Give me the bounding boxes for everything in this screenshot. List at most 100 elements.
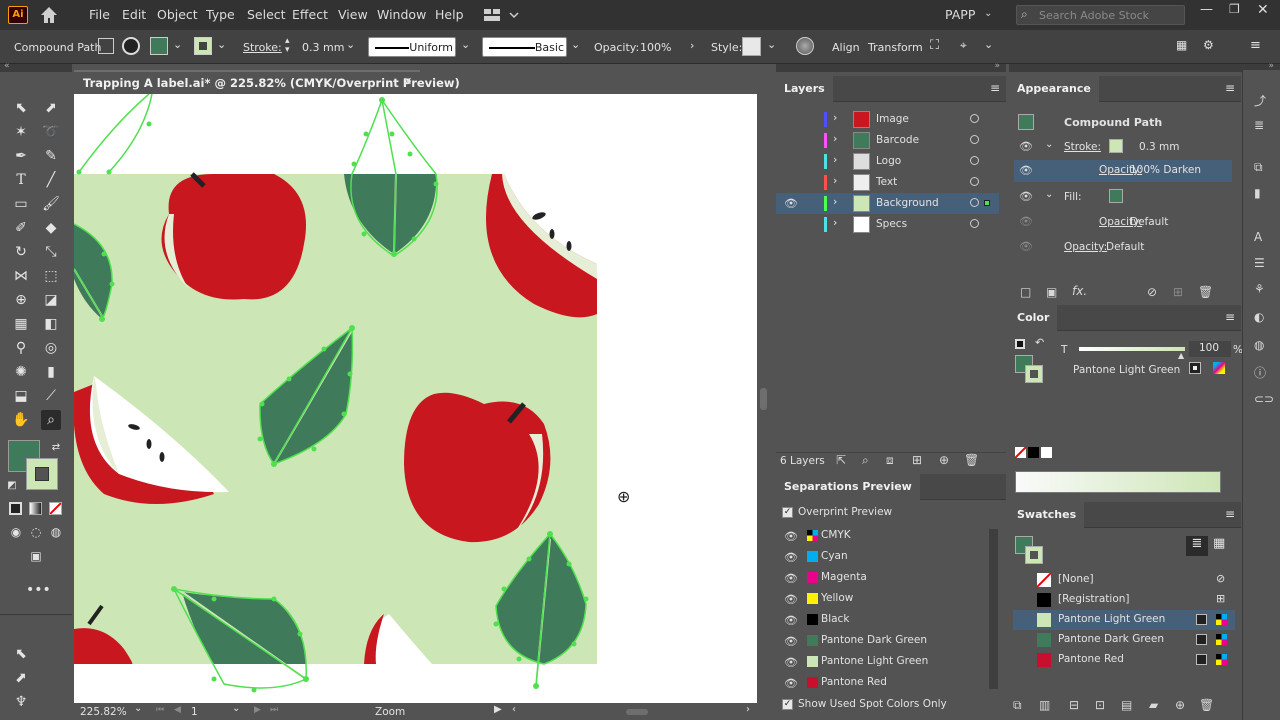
free-transform-tool-icon[interactable]: ⬚ <box>41 266 61 286</box>
add-stroke-icon[interactable]: □ <box>1020 285 1031 299</box>
new-swatch-icon[interactable]: ⊕ <box>1175 698 1185 712</box>
stroke-weight-field[interactable]: 0.3 mm <box>302 41 344 54</box>
layer-name[interactable]: Barcode <box>876 134 919 146</box>
scroll-right-icon[interactable]: › <box>746 704 750 715</box>
close-window-icon[interactable]: ✕ <box>1257 2 1269 18</box>
separation-row-pantone-red[interactable]: 👁 Pantone Red <box>776 673 986 694</box>
scroll-left-icon[interactable]: ‹ <box>512 704 516 715</box>
panel-menu-icon[interactable]: ≡ <box>1225 81 1235 95</box>
chevron-down-icon[interactable]: ⌄ <box>461 38 470 51</box>
layer-name[interactable]: Text <box>876 176 897 188</box>
direct-selection-tool-icon[interactable]: ⬈ <box>41 98 61 118</box>
collapse-bar-right2[interactable]: » <box>1009 61 1280 72</box>
chevron-down-icon[interactable]: ⌄ <box>232 703 240 714</box>
chevron-right-icon[interactable]: › <box>833 153 837 166</box>
arrange-documents-icon[interactable] <box>484 8 520 22</box>
chevron-right-icon[interactable]: › <box>690 39 694 52</box>
selection-indicator[interactable] <box>984 200 990 206</box>
clear-appearance-icon[interactable]: ⊘ <box>1147 285 1157 299</box>
panel-menu-icon[interactable]: ≡ <box>990 81 1000 95</box>
line-tool-icon[interactable]: ╱ <box>41 170 61 190</box>
pen-tool-icon[interactable]: ✒ <box>11 146 31 166</box>
color-panel-title[interactable]: Color <box>1009 305 1058 331</box>
none-mode-button[interactable] <box>49 502 62 515</box>
swatch-row-pantone-light-green[interactable]: Pantone Light Green <box>1013 610 1235 630</box>
edit-color-icon[interactable]: ▤ <box>1121 698 1132 712</box>
menu-window[interactable]: Window <box>377 7 426 22</box>
recolor-artwork-icon[interactable] <box>796 37 814 55</box>
add-fill-icon[interactable]: ▣ <box>1046 285 1057 299</box>
separation-row-black[interactable]: 👁 Black <box>776 610 986 631</box>
color-stroke-swatch[interactable] <box>1025 365 1043 383</box>
swap-colors-icon[interactable]: ↶ <box>1035 336 1044 349</box>
eye-icon[interactable]: 👁 <box>784 677 798 690</box>
new-layer-icon[interactable]: ⊕ <box>939 453 949 467</box>
chevron-right-icon[interactable]: › <box>833 111 837 124</box>
chevron-right-icon[interactable]: › <box>833 132 837 145</box>
delete-swatch-icon[interactable]: 🗑 <box>1199 698 1214 712</box>
locate-object-icon[interactable]: ⌕ <box>862 453 869 468</box>
symbol-sprayer-tool-icon[interactable]: ✺ <box>11 362 31 382</box>
draw-normal-icon[interactable]: ◉ <box>6 522 26 542</box>
gradient-mode-button[interactable] <box>29 502 42 515</box>
show-kinds-icon[interactable]: ▥ <box>1039 698 1050 712</box>
status-menu-icon[interactable]: ▶ <box>494 704 502 715</box>
arrange-icon[interactable]: ▦ <box>1176 38 1187 52</box>
properties-icon[interactable]: ⚙ <box>1203 38 1214 52</box>
hand-tool-icon[interactable]: ✋ <box>11 410 31 430</box>
chevron-down-icon[interactable]: ⌄ <box>571 38 580 51</box>
new-sublayer-icon[interactable]: ⊞ <box>912 453 922 467</box>
new-color-group-icon[interactable]: ⊡ <box>1095 698 1105 712</box>
eye-icon[interactable]: 👁 <box>784 218 798 231</box>
collapse-bar-left[interactable]: « <box>0 61 72 72</box>
layer-name[interactable]: Image <box>876 113 909 125</box>
artboard-canvas[interactable]: ⊕ <box>74 94 757 703</box>
menu-help[interactable]: Help <box>435 7 464 22</box>
opacity-label[interactable]: Opacity: <box>1064 241 1107 253</box>
shaper-tool-icon[interactable]: ✐ <box>11 218 31 238</box>
eye-icon[interactable]: 👁 <box>784 572 798 585</box>
chevron-down-icon[interactable]: ⌄ <box>984 8 992 19</box>
slice-tool-icon[interactable]: ⟋ <box>41 386 61 406</box>
chevron-down-icon[interactable]: ⌄ <box>173 38 182 51</box>
color-none-chip[interactable] <box>1014 446 1027 459</box>
width-tool-icon[interactable]: ⋈ <box>11 266 31 286</box>
stroke-stepper-icon[interactable]: ▴ ▾ <box>285 37 290 55</box>
eraser-tool-icon[interactable]: ◆ <box>41 218 61 238</box>
fx-icon[interactable]: fx. <box>1072 284 1087 298</box>
scale-tool-icon[interactable]: ⤡ <box>41 242 61 262</box>
isolate-icon[interactable]: ⛶ <box>930 38 939 53</box>
last-artboard-icon[interactable]: ⏭ <box>270 705 278 715</box>
recolor-icon[interactable] <box>122 37 140 55</box>
color-white-chip[interactable] <box>1041 447 1052 458</box>
chevron-right-icon[interactable]: › <box>833 174 837 187</box>
eye-icon[interactable]: 👁 <box>784 134 798 147</box>
duplicate-item-icon[interactable]: ⊞ <box>1173 285 1183 299</box>
target-icon[interactable] <box>970 198 979 207</box>
stroke-attribute-value[interactable]: 0.3 mm <box>1139 141 1180 153</box>
opacity-label[interactable]: Opacity: <box>594 41 639 54</box>
swap-fill-stroke-icon[interactable]: ⇄ <box>46 438 66 458</box>
document-tab[interactable]: Trapping A label.ai* @ 225.82% (CMYK/Ove… <box>74 70 460 94</box>
separation-row-magenta[interactable]: 👁 Magenta <box>776 568 986 589</box>
separation-row-cmyk[interactable]: 👁 CMYK <box>776 526 986 547</box>
chevron-right-icon[interactable]: › <box>833 195 837 208</box>
artboard-tool-icon[interactable]: ⬓ <box>11 386 31 406</box>
blend-tool-icon[interactable]: ◎ <box>41 338 61 358</box>
eye-icon[interactable]: 👁 <box>784 176 798 189</box>
stroke-swatch[interactable] <box>26 458 58 490</box>
edit-toolbar-icon[interactable]: ••• <box>26 580 51 600</box>
type-tool-icon[interactable]: T <box>11 170 31 190</box>
stroke-opacity-row[interactable]: 👁 Opacity: 100% Darken <box>1014 160 1232 182</box>
panel-menu-icon[interactable]: ≡ <box>1225 310 1235 324</box>
export-panel-icon[interactable]: ⤴ <box>1254 92 1266 109</box>
target-icon[interactable] <box>970 177 979 186</box>
tint-slider-thumb[interactable]: ▲ <box>1178 351 1184 360</box>
eye-icon[interactable]: 👁 <box>784 656 798 669</box>
layer-row-logo[interactable]: 👁 › Logo <box>776 151 999 172</box>
info-panel-icon[interactable]: ⓘ <box>1254 364 1266 381</box>
graphic-style-swatch[interactable] <box>742 37 761 56</box>
separations-panel-title[interactable]: Separations Preview <box>776 474 920 500</box>
spot-only-checkbox[interactable]: ✓ <box>782 699 793 710</box>
canvas-vertical-scrollbar[interactable] <box>757 94 770 703</box>
